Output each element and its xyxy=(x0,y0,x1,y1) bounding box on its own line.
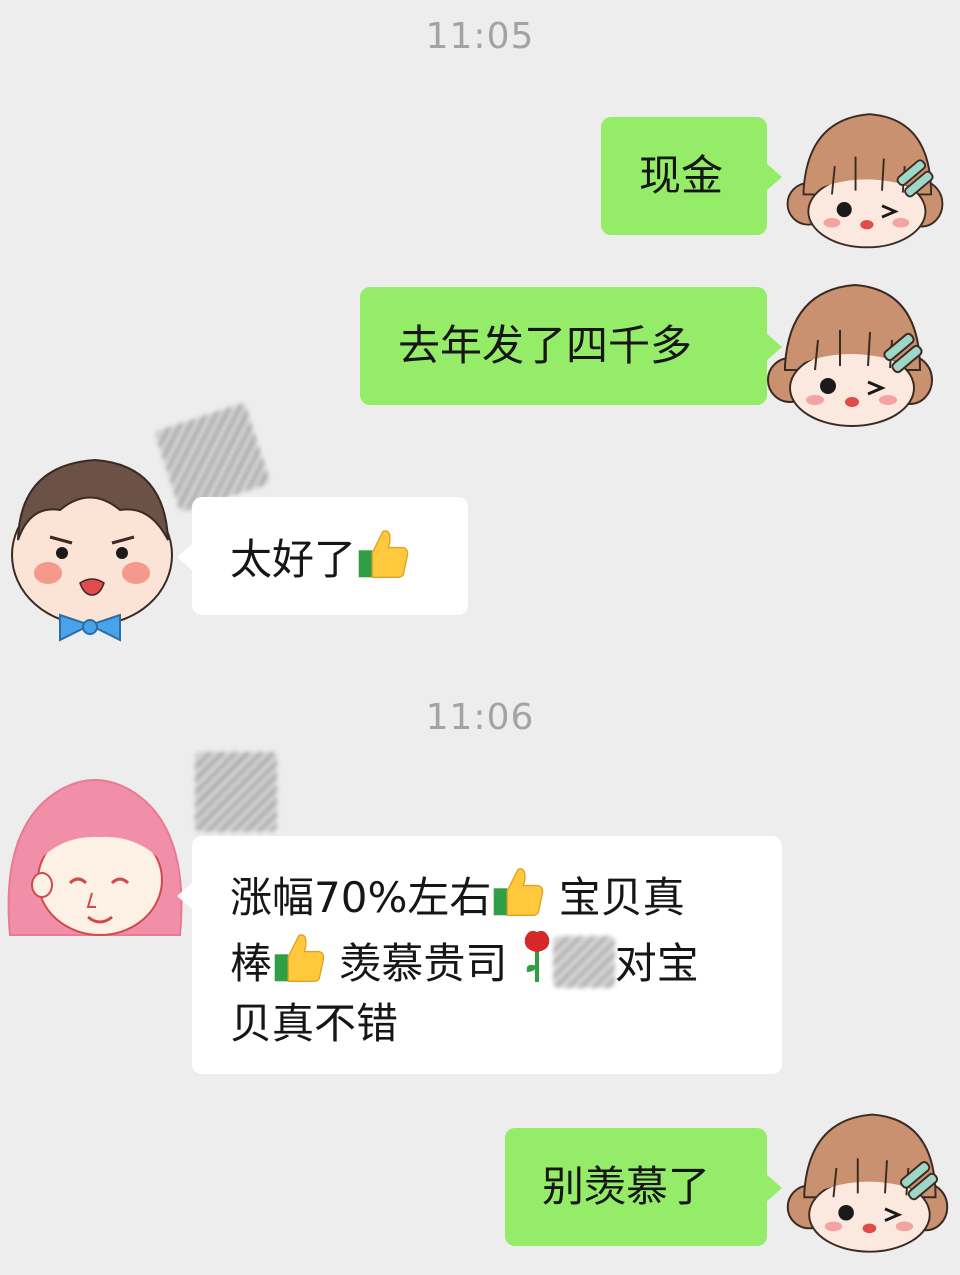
avatar-me[interactable] xyxy=(760,270,940,450)
message-text: 棒 xyxy=(230,939,273,988)
message-text: 羡慕贵司 xyxy=(326,939,521,988)
timestamp: 11:05 xyxy=(425,16,535,57)
message-text: 现金 xyxy=(639,151,724,200)
thumbs-up-icon xyxy=(491,864,545,918)
redacted-nickname xyxy=(195,752,277,832)
message-text: 宝贝真 xyxy=(545,873,685,922)
rose-icon xyxy=(524,930,549,982)
timestamp: 11:06 xyxy=(425,697,535,738)
message-text: 去年发了四千多 xyxy=(398,321,693,370)
message-bubble-sent[interactable]: 别羡慕了 xyxy=(505,1128,782,1246)
message-bubble-sent[interactable]: 去年发了四千多 xyxy=(360,287,782,405)
avatar-pink-girl[interactable] xyxy=(0,765,190,945)
message-line: 涨幅70%左右 宝贝真 xyxy=(230,864,758,928)
message-text: 涨幅70%左右 xyxy=(230,873,492,922)
message-text: 贝真不错 xyxy=(230,999,399,1048)
message-bubble-sent[interactable]: 现金 xyxy=(601,117,782,235)
thumbs-up-icon xyxy=(272,930,326,984)
redacted-text xyxy=(552,936,615,988)
message-text: 太好了 xyxy=(230,535,357,584)
message-line: 贝真不错 xyxy=(230,994,758,1054)
message-line: 棒 羡慕贵司 对宝 xyxy=(230,928,758,994)
avatar-boy[interactable] xyxy=(0,445,185,645)
message-bubble-received[interactable]: 太好了 xyxy=(177,497,468,615)
avatar-me[interactable] xyxy=(780,100,950,270)
message-text: 对宝 xyxy=(614,939,699,988)
message-text: 别羡慕了 xyxy=(542,1162,711,1211)
message-bubble-received[interactable]: 涨幅70%左右 宝贝真 棒 羡慕贵司 对宝 贝真不错 xyxy=(177,836,782,1074)
avatar-me[interactable] xyxy=(780,1100,955,1275)
thumbs-up-icon xyxy=(356,526,410,580)
